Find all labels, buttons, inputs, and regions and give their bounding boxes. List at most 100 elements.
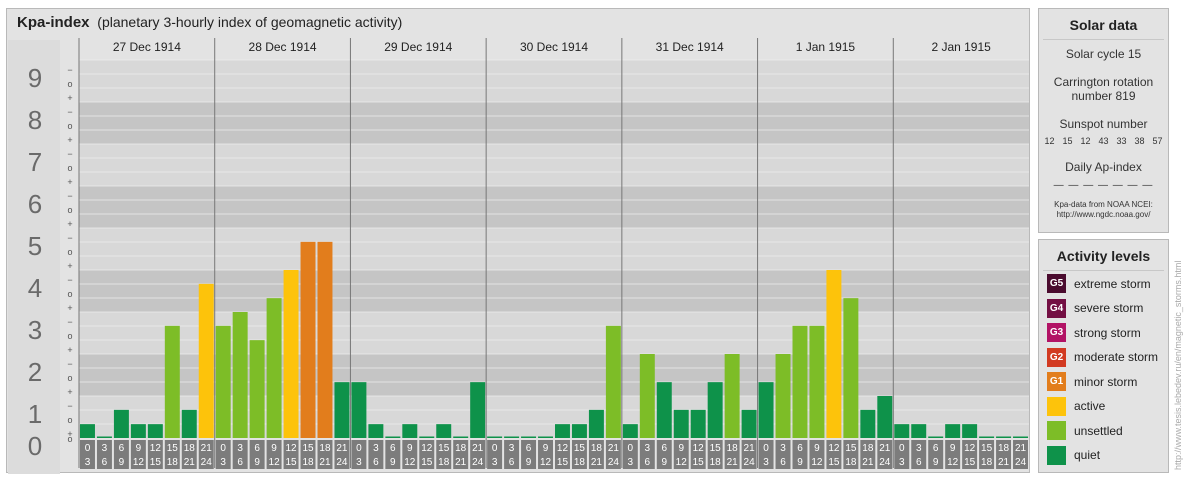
y-subtick-label: o	[67, 163, 72, 173]
kp-bar	[334, 382, 350, 438]
x-tick-label: 21	[201, 443, 213, 454]
kp-bar	[843, 298, 859, 438]
band-3	[79, 270, 1029, 312]
x-tick-label: 24	[1015, 457, 1027, 468]
x-tick-label: 9	[543, 443, 549, 454]
activity-level-swatch	[1047, 396, 1066, 416]
x-tick-label: 12	[828, 443, 840, 454]
kp-bar	[979, 436, 995, 438]
y-tick-label: 5	[28, 231, 42, 261]
activity-level-item: G4 severe storm	[1047, 298, 1143, 318]
x-tick-label: 9	[797, 457, 803, 468]
activity-level-label: minor storm	[1074, 374, 1138, 389]
x-tick-label: 12	[693, 443, 705, 454]
y-tick-label: 6	[28, 189, 42, 219]
x-tick-label: 18	[319, 443, 331, 454]
x-tick-label: 18	[591, 443, 603, 454]
x-tick-label: 6	[645, 457, 651, 468]
y-tick-label: 2	[28, 357, 42, 387]
solar-data-header: Solar data	[1069, 17, 1138, 33]
kp-bar	[266, 298, 282, 438]
y-subtick-label: +	[67, 261, 72, 271]
kp-bar	[622, 424, 638, 438]
y-subtick-label: −	[67, 65, 72, 75]
activity-level-item: G5 extreme storm	[1047, 274, 1151, 293]
y-subtick-label: +	[67, 135, 72, 145]
activity-level-swatch: G1	[1047, 372, 1066, 391]
x-tick-label: 18	[862, 443, 874, 454]
x-tick-label: 24	[472, 457, 484, 468]
y-subtick-label: +	[67, 387, 72, 397]
x-tick-label: 18	[302, 457, 314, 468]
activity-levels-header: Activity levels	[1056, 248, 1151, 264]
x-tick-label: 0	[899, 443, 905, 454]
x-tick-label: 6	[526, 443, 532, 454]
day-label: 27 Dec 1914	[113, 40, 181, 54]
x-tick-label: 24	[201, 457, 213, 468]
x-tick-label: 15	[302, 443, 314, 454]
x-tick-label: 3	[102, 443, 108, 454]
x-tick-label: 9	[933, 457, 939, 468]
x-tick-label: 6	[373, 457, 379, 468]
y-subtick-label: −	[67, 401, 72, 411]
x-tick-label: 18	[998, 443, 1010, 454]
x-tick-label: 12	[133, 457, 145, 468]
data-credit: Kpa-data from NOAA NCEI: http://www.ngdc…	[1039, 200, 1168, 220]
x-tick-label: 3	[899, 457, 905, 468]
x-tick-label: 9	[407, 443, 413, 454]
x-tick-label: 6	[102, 457, 108, 468]
kp-bar	[521, 436, 537, 438]
activity-level-swatch	[1047, 421, 1066, 440]
sunspot-label: Sunspot number	[1059, 117, 1148, 131]
x-tick-label: 21	[319, 457, 331, 468]
x-tick-label: 0	[763, 443, 769, 454]
x-tick-label: 15	[285, 457, 297, 468]
x-tick-label: 15	[693, 457, 705, 468]
y-subtick-label: −	[67, 359, 72, 369]
kp-bar	[147, 424, 163, 438]
activity-level-label: quiet	[1074, 448, 1101, 462]
x-tick-label: 18	[438, 457, 450, 468]
activity-level-label: extreme storm	[1074, 276, 1151, 291]
activity-level-item: G3 strong storm	[1047, 323, 1141, 342]
kp-bar	[826, 270, 842, 438]
x-tick-label: 6	[254, 443, 260, 454]
kp-bar	[741, 409, 757, 438]
y-subtick-label: o	[67, 373, 72, 383]
kp-bar	[758, 382, 774, 438]
x-tick-label: 9	[526, 457, 532, 468]
credit-line1: Kpa-data from NOAA NCEI:	[1054, 200, 1153, 209]
activity-level-item: G1 minor storm	[1047, 372, 1137, 391]
x-tick-label: 21	[879, 443, 891, 454]
activity-level-item: G2 moderate storm	[1047, 347, 1159, 367]
sunspot-value: 15	[1062, 136, 1073, 146]
source-url: http://www.tesis.lebedev.ru/en/magnetic_…	[1173, 260, 1183, 470]
activity-level-label: moderate storm	[1074, 350, 1159, 364]
activity-level-item: quiet	[1047, 445, 1101, 465]
band-4	[79, 228, 1029, 270]
activity-level-swatch	[1047, 445, 1066, 465]
x-tick-label: 9	[119, 457, 125, 468]
kp-bar	[419, 436, 435, 438]
kp-bar	[368, 424, 384, 438]
kp-bar	[130, 424, 146, 438]
x-tick-label: 15	[167, 443, 179, 454]
y-tick-label: 8	[28, 105, 42, 135]
x-tick-label: 3	[85, 457, 91, 468]
x-tick-label: 18	[574, 457, 586, 468]
y-subtick-label: o	[67, 79, 72, 89]
kp-bar	[96, 436, 112, 438]
x-tick-label: 6	[119, 443, 125, 454]
y-subtick-label: −	[67, 317, 72, 327]
y-subtick-label: +	[67, 93, 72, 103]
sunspot-value: 33	[1116, 136, 1127, 146]
kp-bar	[775, 354, 791, 438]
kp-bar	[164, 325, 180, 438]
x-tick-label: 6	[916, 457, 922, 468]
kp-bar	[487, 436, 503, 438]
x-tick-label: 18	[455, 443, 467, 454]
x-tick-label: 12	[676, 457, 688, 468]
x-tick-label: 18	[845, 457, 857, 468]
activity-level-swatch: G2	[1047, 347, 1066, 367]
sunspot-values: 12 15 12 43 33 38 57	[1039, 136, 1168, 146]
